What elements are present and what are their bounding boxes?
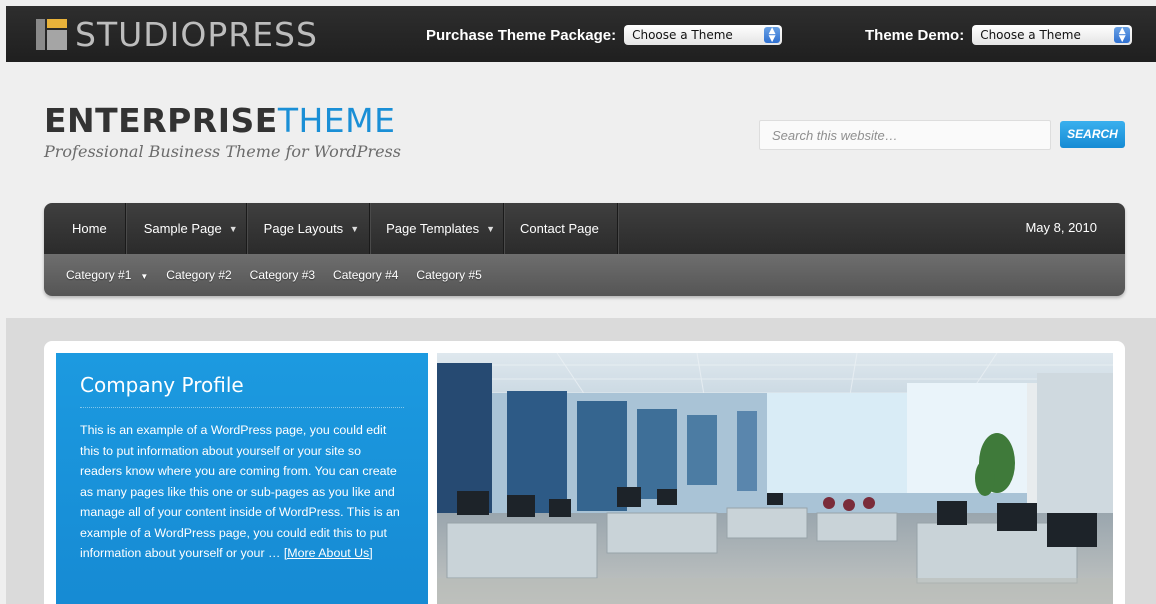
nav-item-sample-page[interactable]: Sample Page ▼ bbox=[126, 203, 247, 254]
search-button[interactable]: SEARCH bbox=[1060, 121, 1125, 148]
purchase-theme-group: Purchase Theme Package: Choose a Theme ▲… bbox=[426, 25, 783, 45]
nav-date: May 8, 2010 bbox=[1025, 220, 1097, 235]
category-item-3[interactable]: Category #3 bbox=[250, 268, 315, 282]
category-item-5[interactable]: Category #5 bbox=[416, 268, 481, 282]
purchase-theme-select[interactable]: Choose a Theme ▲ ▼ bbox=[624, 25, 783, 45]
site-title-bold: ENTERPRISE bbox=[44, 101, 278, 140]
company-profile-text: This is an example of a WordPress page, … bbox=[80, 420, 404, 564]
nav-item-label: Contact Page bbox=[520, 221, 599, 236]
studiopress-logo[interactable]: STUDIOPRESS bbox=[36, 14, 318, 54]
category-item-2[interactable]: Category #2 bbox=[166, 268, 231, 282]
category-label: Category #1 bbox=[66, 268, 132, 282]
office-photo bbox=[437, 353, 1113, 604]
theme-demo-select[interactable]: Choose a Theme ▲ ▼ bbox=[972, 25, 1133, 45]
search-input[interactable]: Search this website… bbox=[759, 120, 1051, 150]
purchase-theme-select-value: Choose a Theme bbox=[632, 28, 733, 42]
select-arrows-icon: ▲ ▼ bbox=[764, 27, 781, 44]
site-title: ENTERPRISETHEME bbox=[44, 104, 401, 138]
site-title-light: THEME bbox=[277, 101, 396, 140]
nav-item-label: Page Templates bbox=[386, 221, 480, 236]
category-nav: Category #1 ▼ Category #2 Category #3 Cat… bbox=[44, 254, 1125, 296]
nav-item-label: Home bbox=[72, 221, 107, 236]
site-tagline: Professional Business Theme for WordPres… bbox=[44, 142, 401, 161]
nav-item-page-templates[interactable]: Page Templates ▼ bbox=[370, 203, 505, 254]
category-item-4[interactable]: Category #4 bbox=[333, 268, 398, 282]
theme-demo-select-value: Choose a Theme bbox=[980, 28, 1081, 42]
theme-demo-label: Theme Demo: bbox=[865, 26, 965, 44]
main-navigation: Home Sample Page ▼ Page Layouts ▼ Page T… bbox=[44, 203, 1125, 296]
nav-item-contact-page[interactable]: Contact Page bbox=[504, 203, 618, 254]
site-branding[interactable]: ENTERPRISETHEME Professional Business Th… bbox=[44, 104, 401, 162]
office-illustration bbox=[437, 353, 1113, 604]
category-item-1[interactable]: Category #1 ▼ bbox=[66, 268, 148, 282]
primary-nav: Home Sample Page ▼ Page Layouts ▼ Page T… bbox=[44, 203, 1125, 254]
company-profile-title: Company Profile bbox=[80, 373, 404, 408]
dropdown-caret-icon: ▼ bbox=[228, 223, 238, 234]
nav-item-label: Sample Page bbox=[143, 221, 222, 236]
select-arrows-icon: ▲ ▼ bbox=[1114, 27, 1131, 44]
nav-item-page-layouts[interactable]: Page Layouts ▼ bbox=[247, 203, 371, 254]
dropdown-caret-icon: ▼ bbox=[486, 223, 496, 234]
nav-item-home[interactable]: Home bbox=[44, 203, 126, 254]
studiopress-logo-text: STUDIOPRESS bbox=[75, 14, 318, 54]
top-bar: STUDIOPRESS Purchase Theme Package: Choo… bbox=[6, 6, 1156, 62]
more-about-us-link[interactable]: [More About Us] bbox=[284, 546, 373, 560]
purchase-theme-label: Purchase Theme Package: bbox=[426, 26, 617, 44]
dropdown-caret-icon: ▼ bbox=[140, 272, 149, 281]
dropdown-caret-icon: ▼ bbox=[350, 223, 360, 234]
theme-demo-group: Theme Demo: Choose a Theme ▲ ▼ bbox=[865, 25, 1133, 45]
company-profile-box: Company Profile This is an example of a … bbox=[56, 353, 428, 604]
nav-item-label: Page Layouts bbox=[263, 221, 344, 236]
studiopress-logo-mark bbox=[36, 18, 67, 50]
company-profile-body: This is an example of a WordPress page, … bbox=[80, 423, 400, 560]
